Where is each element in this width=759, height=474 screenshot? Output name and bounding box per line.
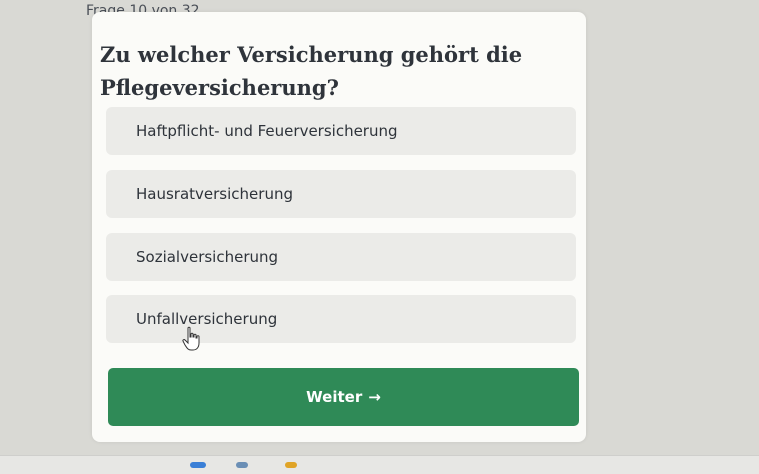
answer-option-label: Hausratversicherung (136, 185, 293, 203)
answer-option-label: Unfallversicherung (136, 310, 278, 328)
taskbar-app-icon[interactable] (285, 462, 297, 468)
next-button-label: Weiter (306, 388, 363, 406)
answer-option[interactable]: Unfallversicherung (106, 295, 576, 343)
answer-option[interactable]: Haftpflicht- und Feuerversicherung (106, 107, 576, 155)
question-text: Zu welcher Versicherung gehört die Pfleg… (100, 42, 523, 100)
taskbar-app-icon[interactable] (190, 462, 206, 468)
taskbar-app-icon[interactable] (236, 462, 248, 468)
answer-option[interactable]: Hausratversicherung (106, 170, 576, 218)
answer-option-label: Sozialversicherung (136, 248, 279, 266)
arrow-right-icon: → (368, 388, 381, 406)
answer-option-label: Haftpflicht- und Feuerversicherung (136, 122, 398, 140)
next-button[interactable]: Weiter → (108, 368, 579, 426)
answer-option[interactable]: Sozialversicherung (106, 233, 576, 281)
taskbar (0, 455, 759, 474)
hand-pointer-icon (182, 326, 200, 351)
